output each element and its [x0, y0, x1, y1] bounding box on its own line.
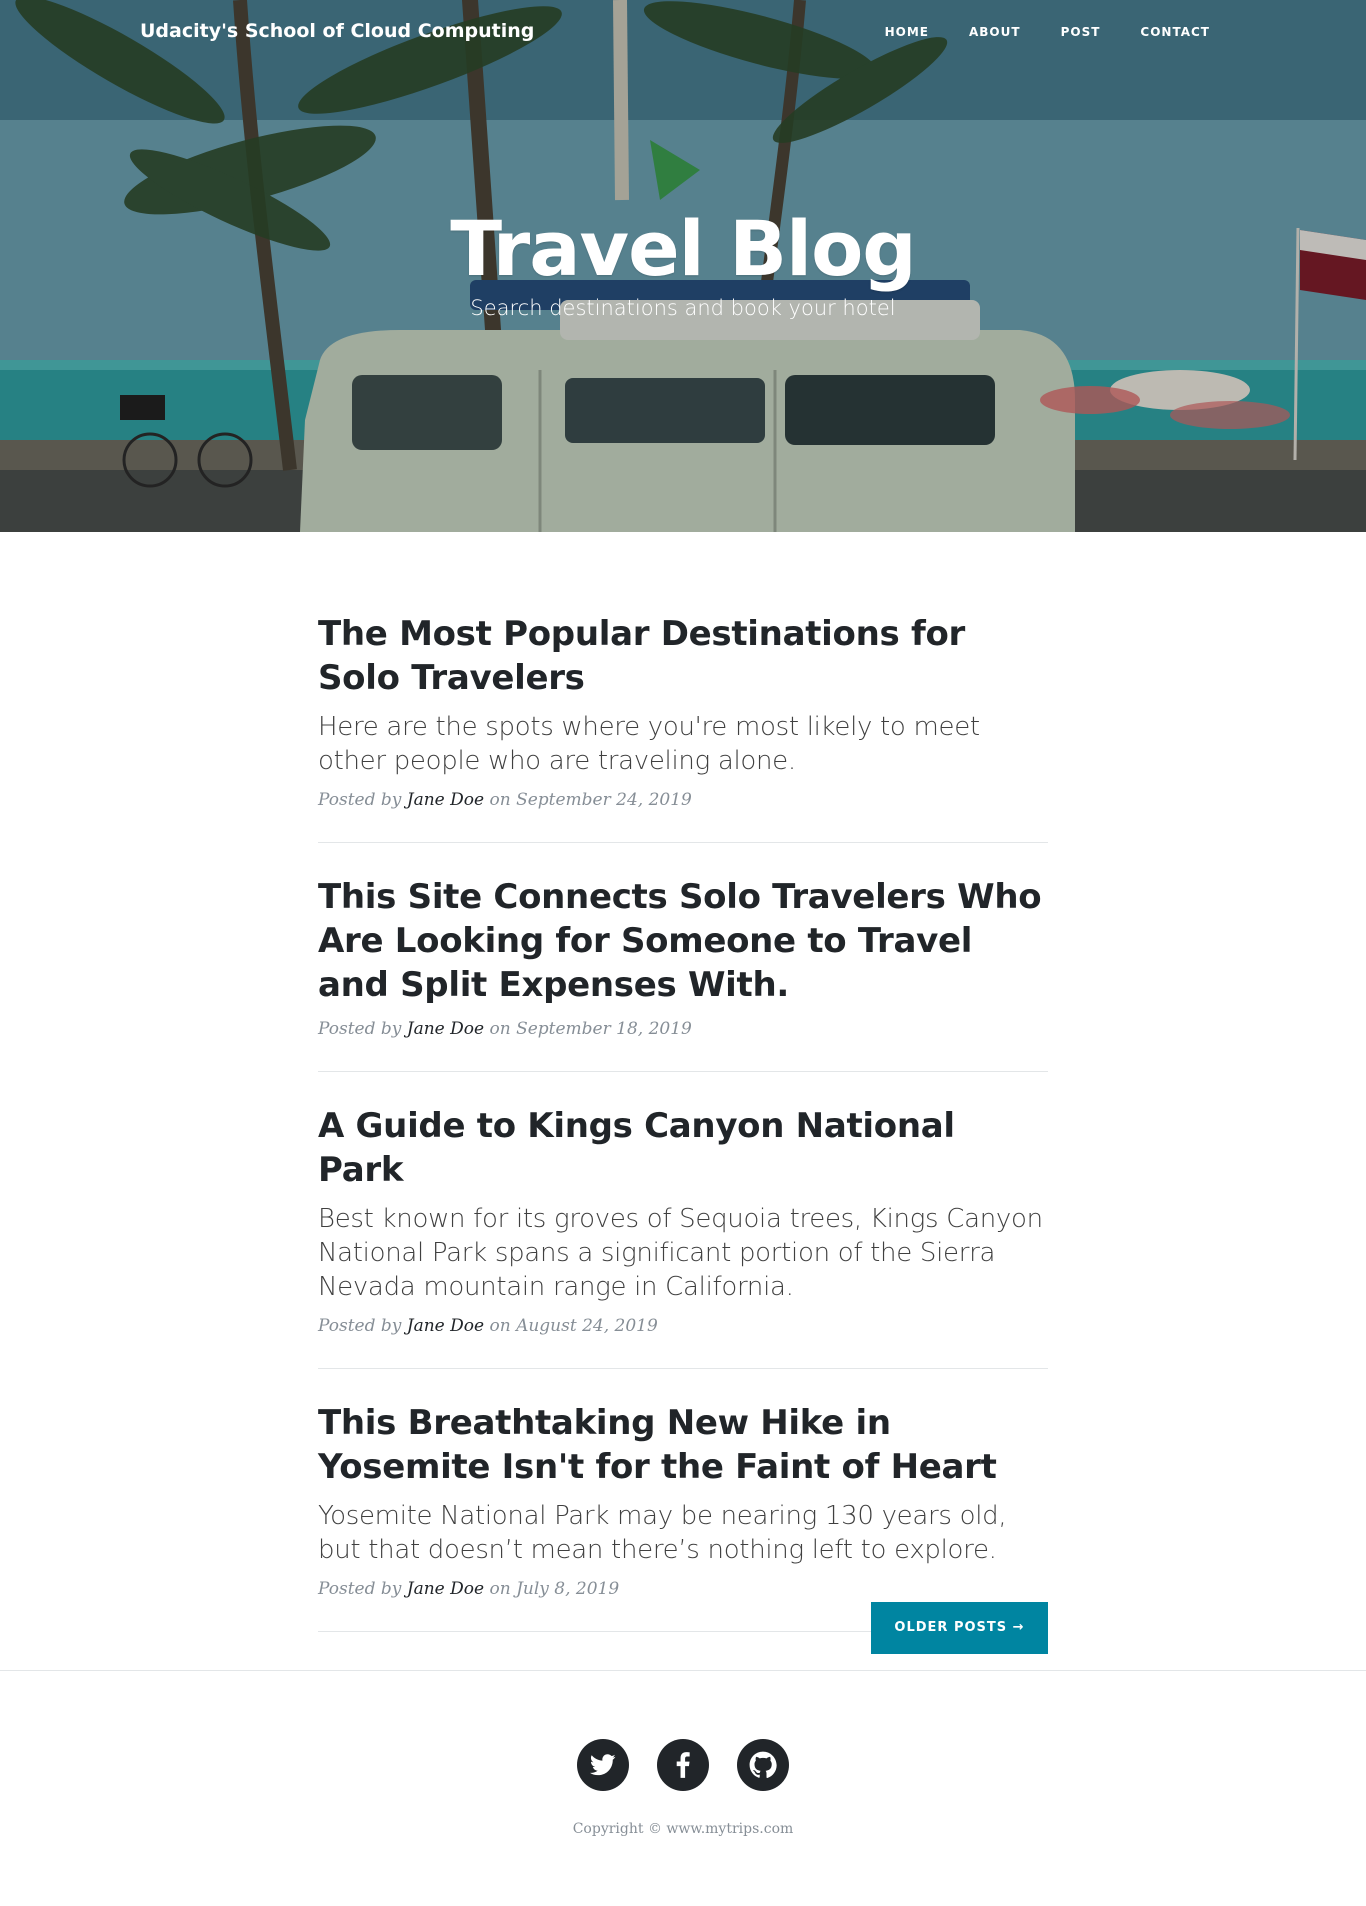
navbar: Udacity's School of Cloud Computing HOME… [0, 0, 1366, 64]
post-meta: Posted by Jane Doe on August 24, 2019 [318, 1316, 1048, 1336]
post-date: on September 24, 2019 [489, 790, 692, 810]
post-meta: Posted by Jane Doe on July 8, 2019 [318, 1579, 1048, 1599]
twitter-link[interactable] [577, 1739, 629, 1791]
footer: Copyright © www.mytrips.com [0, 1670, 1366, 1906]
post-date: on August 24, 2019 [489, 1316, 658, 1336]
post-title[interactable]: The Most Popular Destinations for Solo T… [318, 612, 1048, 700]
post-meta-prefix: Posted by [318, 790, 402, 810]
hero-header: Udacity's School of Cloud Computing HOME… [0, 0, 1366, 532]
nav-post[interactable]: POST [1061, 25, 1101, 39]
nav-contact[interactable]: CONTACT [1140, 25, 1210, 39]
post-date: on September 18, 2019 [489, 1019, 692, 1039]
nav-links: HOME ABOUT POST CONTACT [845, 25, 1210, 39]
copyright: Copyright © www.mytrips.com [572, 1821, 794, 1837]
social-links [0, 1739, 1366, 1791]
post-subtitle[interactable]: Yosemite National Park may be nearing 13… [318, 1499, 1048, 1567]
post-preview: This Site Connects Solo Travelers Who Ar… [318, 843, 1048, 1072]
twitter-icon [590, 1754, 616, 1776]
post-meta-prefix: Posted by [318, 1019, 402, 1039]
post-title[interactable]: This Breathtaking New Hike in Yosemite I… [318, 1401, 1048, 1489]
post-subtitle[interactable]: Best known for its groves of Sequoia tre… [318, 1202, 1048, 1304]
post-meta: Posted by Jane Doe on September 24, 2019 [318, 790, 1048, 810]
post-title[interactable]: A Guide to Kings Canyon National Park [318, 1104, 1048, 1192]
github-icon [749, 1751, 777, 1778]
post-author-link[interactable]: Jane Doe [407, 1579, 484, 1599]
nav-home[interactable]: HOME [885, 25, 929, 39]
older-posts-button[interactable]: OLDER POSTS → [871, 1602, 1048, 1654]
post-meta: Posted by Jane Doe on September 18, 2019 [318, 1019, 1048, 1039]
post-meta-prefix: Posted by [318, 1316, 402, 1336]
post-title[interactable]: This Site Connects Solo Travelers Who Ar… [318, 875, 1048, 1007]
pager: OLDER POSTS → [871, 1602, 1048, 1654]
post-preview: The Most Popular Destinations for Solo T… [318, 532, 1048, 843]
facebook-icon [676, 1752, 690, 1778]
post-date: on July 8, 2019 [489, 1579, 620, 1599]
post-author-link[interactable]: Jane Doe [407, 1019, 484, 1039]
post-meta-prefix: Posted by [318, 1579, 402, 1599]
nav-about[interactable]: ABOUT [969, 25, 1021, 39]
brand-link[interactable]: Udacity's School of Cloud Computing [140, 20, 534, 42]
site-heading: Travel Blog Search destinations and book… [0, 204, 1366, 320]
github-link[interactable] [737, 1739, 789, 1791]
facebook-link[interactable] [657, 1739, 709, 1791]
post-preview: This Breathtaking New Hike in Yosemite I… [318, 1369, 1048, 1632]
page-subtitle: Search destinations and book your hotel [470, 296, 896, 320]
post-list: The Most Popular Destinations for Solo T… [318, 532, 1048, 1632]
page-title: Travel Blog [450, 204, 916, 293]
post-author-link[interactable]: Jane Doe [407, 790, 484, 810]
post-preview: A Guide to Kings Canyon National Park Be… [318, 1072, 1048, 1369]
post-subtitle[interactable]: Here are the spots where you're most lik… [318, 710, 1048, 778]
post-author-link[interactable]: Jane Doe [407, 1316, 484, 1336]
